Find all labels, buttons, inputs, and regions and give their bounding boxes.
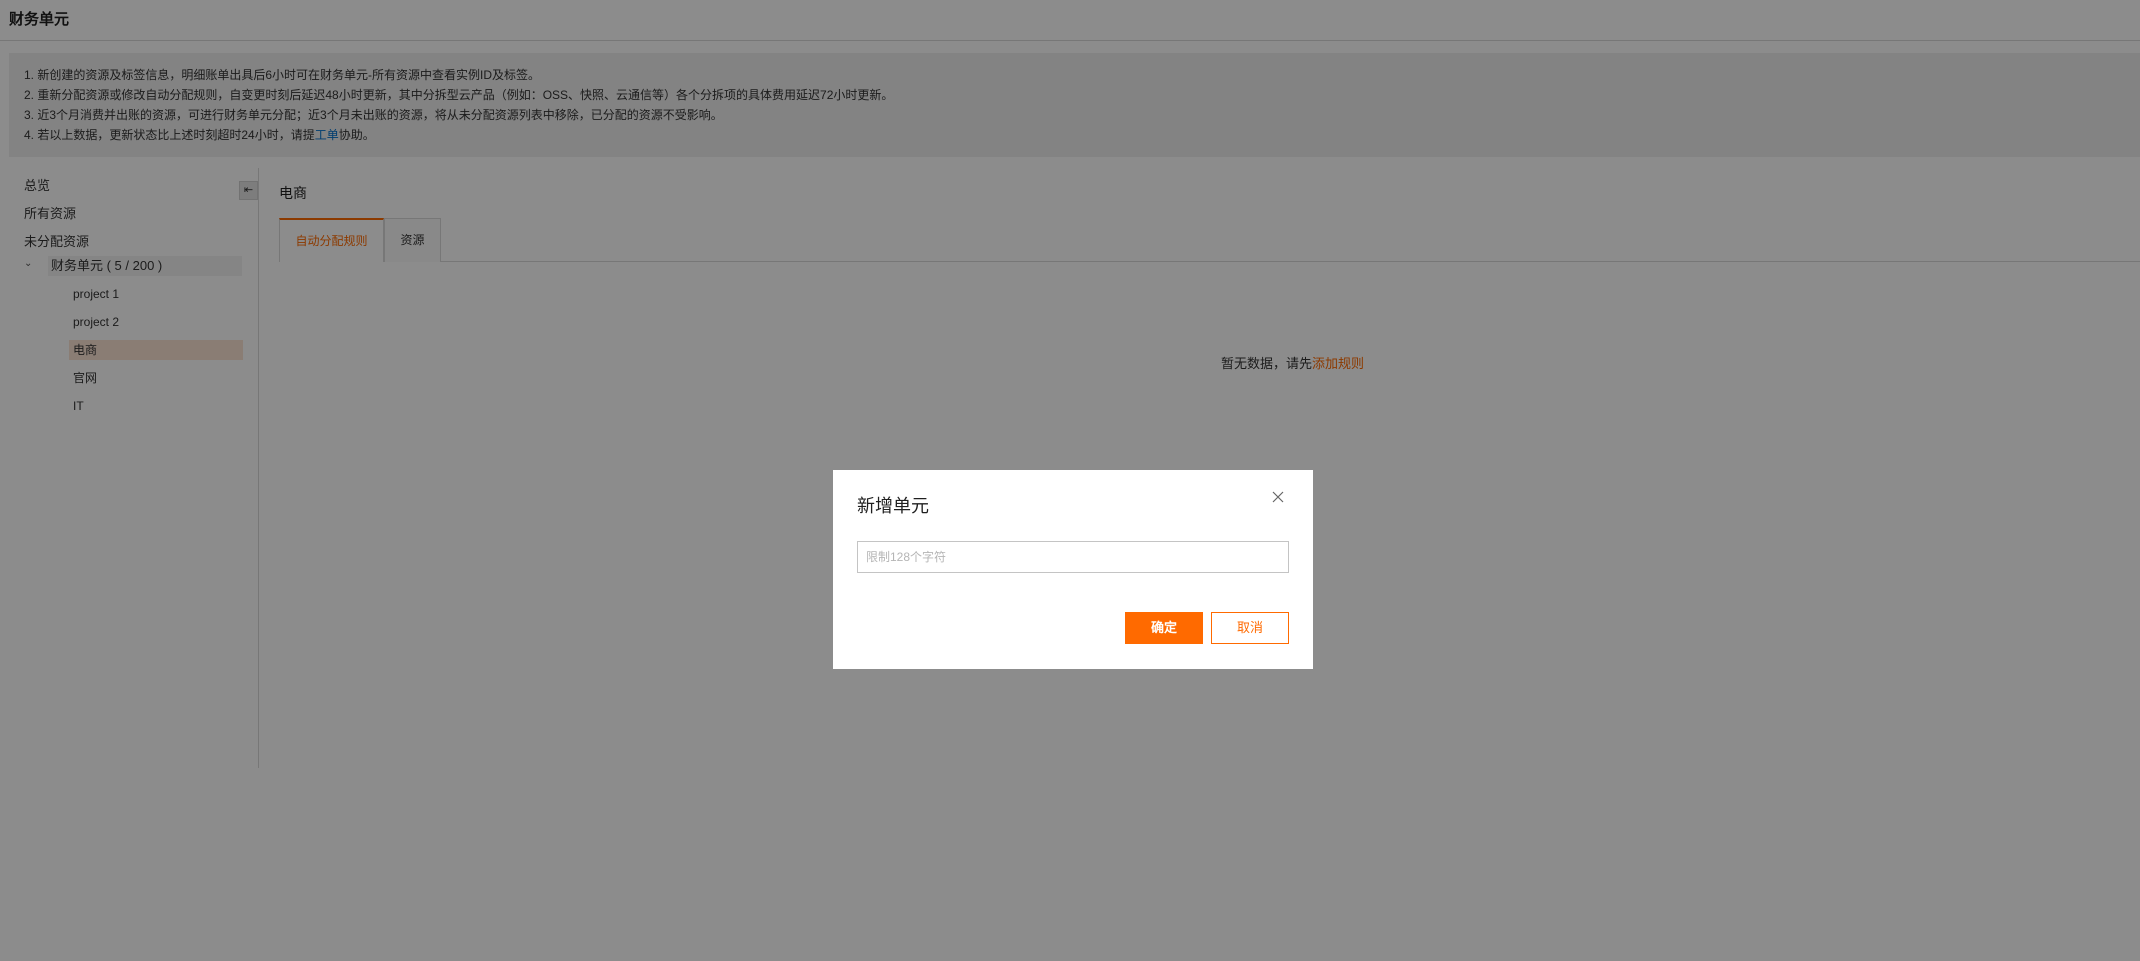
cancel-button[interactable]: 取消 [1211,612,1289,644]
confirm-button[interactable]: 确定 [1125,612,1203,644]
dialog-title: 新增单元 [857,496,929,516]
unit-name-input[interactable] [857,541,1289,573]
close-icon[interactable] [1269,488,1287,506]
add-unit-dialog: 新增单元 确定 取消 [833,470,1313,669]
